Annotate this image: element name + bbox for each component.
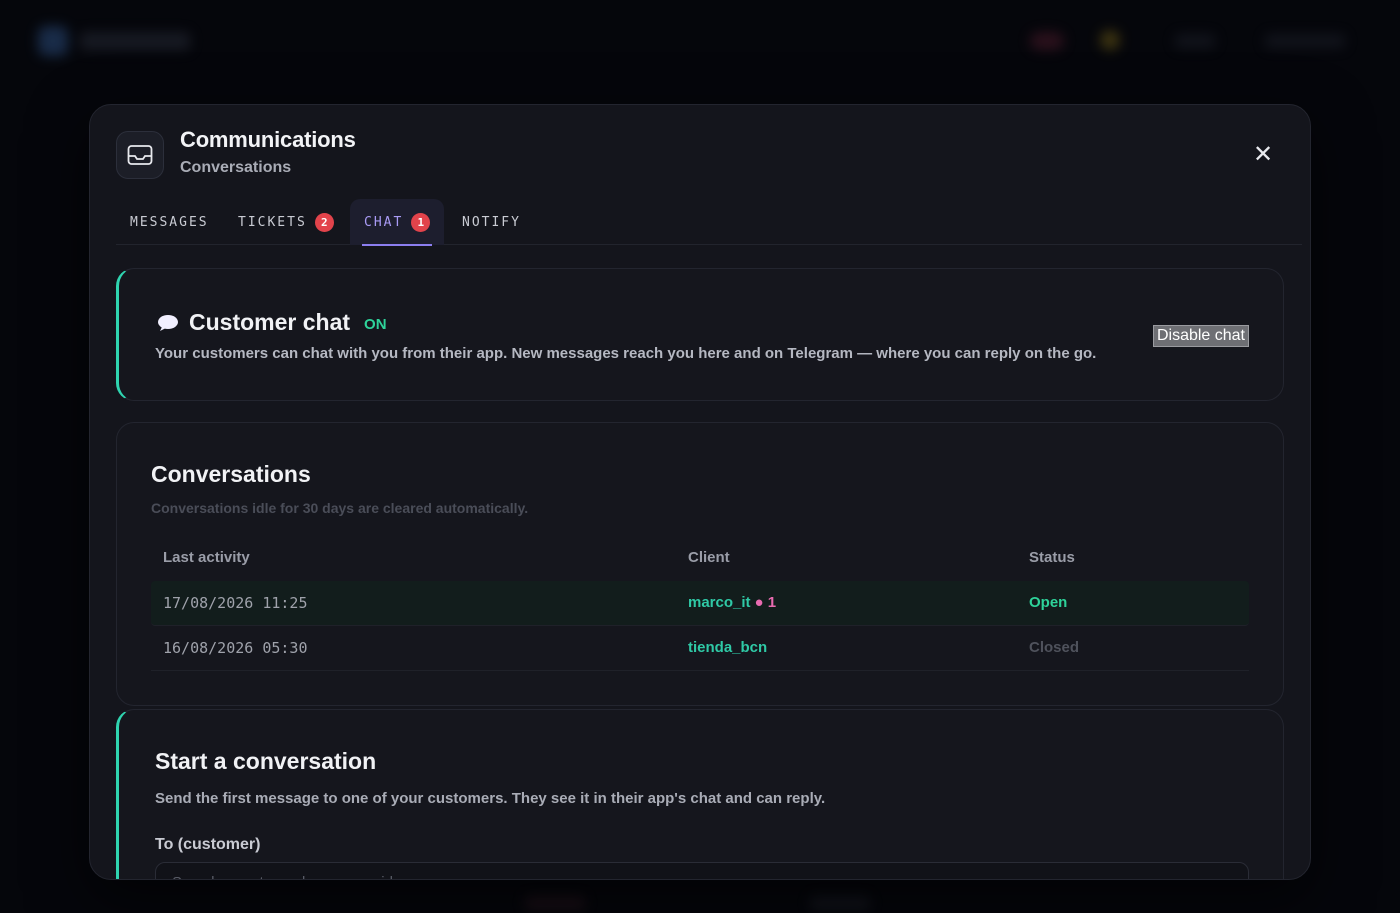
chat-description: Your customers can chat with you from th… [155,345,1097,362]
chat-status-badge: ON [364,316,387,333]
tab-chat[interactable]: CHAT 1 [350,199,445,246]
chat-count-badge: 1 [411,212,431,232]
background-item [1175,34,1215,48]
speech-bubble-icon [158,314,178,331]
tab-notify[interactable]: NOTIFY [448,199,535,245]
chat-title: Customer chat [189,309,351,335]
conversations-card: Conversations Conversations idle for 30 … [116,422,1284,706]
start-conversation-title: Start a conversation [155,748,377,774]
tab-label: NOTIFY [462,214,521,230]
conversations-title: Conversations [151,461,311,487]
background-topbar [0,0,1400,80]
conversations-table: Last activity Client Status 17/08/2026 1… [151,535,1249,671]
tab-label: TICKETS [238,214,307,230]
tab-bar: MESSAGES TICKETS 2 CHAT 1 NOTIFY [116,199,1302,246]
background-pill [1030,32,1064,50]
customer-search-input[interactable] [155,862,1249,879]
background-item [1265,34,1345,48]
client-cell[interactable]: marco_it ● 1 [688,594,776,611]
background-item [525,896,585,910]
background-logo-text [80,32,190,50]
chat-title-row: Customer chat ON [157,309,387,336]
close-icon[interactable]: ✕ [1250,141,1276,168]
modal-header: Communications Conversations ✕ [90,105,1310,195]
status-cell: Open [1029,594,1068,611]
customer-chat-card: Customer chat ON Your customers can chat… [116,268,1284,401]
client-name: tienda_bcn [688,639,768,656]
start-conversation-description: Send the first message to one of your cu… [155,790,826,807]
modal-subtitle: Conversations [180,159,292,176]
tab-tickets[interactable]: TICKETS 2 [224,199,348,245]
tab-label: CHAT [364,214,404,230]
client-cell[interactable]: tienda_bcn [688,639,767,656]
last-activity-cell: 17/08/2026 11:25 [163,594,308,612]
background-logo [38,26,68,56]
disable-chat-button[interactable]: Disable chat [1152,325,1249,347]
client-name: marco_it [688,594,751,611]
tickets-count-badge: 2 [314,212,334,232]
communications-modal: Communications Conversations ✕ MESSAGES … [89,104,1311,880]
inbox-icon [116,131,164,179]
table-row[interactable]: 17/08/2026 11:25 marco_it ● 1 Open [151,581,1249,626]
last-activity-cell: 16/08/2026 05:30 [163,639,308,657]
active-tab-indicator [362,244,433,246]
background-item [810,896,870,910]
tab-label: MESSAGES [130,214,209,230]
start-conversation-card: Start a conversation Send the first mess… [116,709,1284,879]
background-dot [1100,30,1120,50]
to-customer-label: To (customer) [155,836,261,853]
table-row[interactable]: 16/08/2026 05:30 tienda_bcn Closed [151,626,1249,671]
modal-title: Communications [180,127,356,152]
tab-messages[interactable]: MESSAGES [116,199,223,245]
column-header: Client [688,549,730,566]
column-header: Last activity [163,549,250,566]
status-cell: Closed [1029,639,1080,656]
unread-indicator: ● 1 [754,594,777,611]
table-header: Last activity Client Status [151,535,1249,581]
conversations-note: Conversations idle for 30 days are clear… [151,500,529,516]
column-header: Status [1029,549,1075,566]
